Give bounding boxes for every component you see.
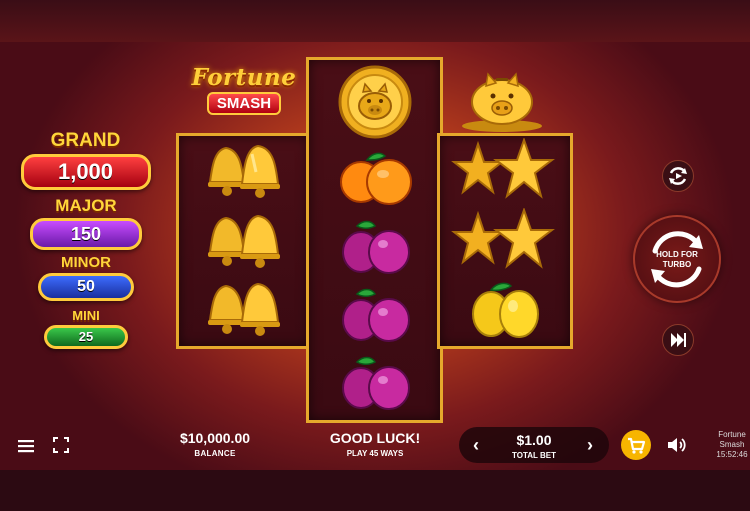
fullscreen-icon	[53, 437, 69, 453]
pig-coin-icon	[338, 65, 411, 139]
lemon-symbol	[440, 276, 570, 344]
reel-2	[306, 57, 443, 423]
logo-line1: Fortune	[191, 64, 297, 91]
lemon-icon	[472, 282, 539, 338]
piggy-bank-icon	[458, 64, 546, 139]
cart-icon	[628, 437, 646, 454]
plum-icon	[341, 220, 410, 274]
bet-label: TOTAL BET	[512, 451, 556, 460]
spin-button[interactable]: HOLD FOR TURBO	[633, 215, 721, 303]
balance-display: $10,000.00 BALANCE	[172, 430, 258, 458]
orange-symbol	[309, 144, 440, 212]
bell-icon	[208, 214, 280, 268]
star-icon	[451, 138, 555, 199]
jackpot-grand-value: 1,000	[20, 154, 151, 190]
clock: 15:52:46	[716, 450, 748, 459]
jackpot-minor-label: MINOR	[61, 254, 111, 271]
bell-symbol	[179, 276, 309, 344]
sound-button[interactable]	[665, 433, 689, 457]
autoplay-button[interactable]	[662, 160, 694, 192]
bottom-bar	[0, 470, 750, 511]
bell-icon	[208, 282, 280, 336]
plum-symbol	[309, 280, 440, 348]
jackpot-major: MAJOR 150	[28, 196, 144, 250]
bet-increase-button[interactable]: ›	[579, 434, 601, 456]
message-display: GOOD LUCK! PLAY 45 WAYS	[320, 430, 430, 458]
jackpot-grand: GRAND 1,000	[18, 130, 153, 190]
status-message: GOOD LUCK!	[329, 430, 421, 446]
logo-line2: SMASH	[206, 92, 282, 115]
hamburger-menu-icon	[18, 440, 34, 453]
bell-icon	[208, 144, 280, 198]
balance-value: $10,000.00	[179, 430, 251, 446]
fast-forward-icon	[671, 333, 686, 347]
game-name-line2: Smash	[719, 440, 745, 449]
plum-icon	[341, 356, 410, 410]
jackpot-grand-label: GRAND	[50, 130, 121, 151]
game-logo: Fortune SMASH	[188, 64, 300, 126]
bet-decrease-button[interactable]: ‹	[465, 434, 487, 456]
game-name-line1: Fortune	[718, 430, 746, 439]
pig-coin-symbol	[309, 64, 440, 140]
jackpot-minor: MINOR 50	[37, 254, 135, 301]
plum-symbol	[309, 348, 440, 416]
autoplay-icon	[669, 167, 687, 185]
bet-value: $1.00	[516, 432, 552, 448]
game-stage: Fortune SMASH GRAND 1,000 MAJOR 150 MINO…	[0, 0, 750, 511]
balance-label: BALANCE	[194, 449, 236, 458]
spin-label-line2: TURBO	[662, 260, 692, 269]
menu-button[interactable]	[16, 436, 36, 456]
reel-3	[437, 133, 573, 349]
jackpot-mini-value: 25	[44, 325, 128, 349]
plum-icon	[341, 288, 410, 342]
ways-label: PLAY 45 WAYS	[346, 449, 404, 458]
top-bar	[0, 0, 750, 42]
fullscreen-button[interactable]	[52, 436, 70, 454]
jackpot-minor-value: 50	[38, 273, 134, 301]
jackpot-major-label: MAJOR	[55, 196, 117, 215]
spin-label-line1: HOLD FOR	[656, 250, 698, 259]
star-symbol	[440, 208, 570, 276]
bell-symbol	[179, 208, 309, 276]
reel-1	[176, 133, 312, 349]
orange-icon	[339, 152, 412, 205]
speaker-icon	[668, 438, 686, 452]
plum-symbol	[309, 212, 440, 280]
turbo-button[interactable]	[662, 324, 694, 356]
bet-selector: ‹ $1.00 TOTAL BET ›	[459, 427, 609, 463]
star-icon	[451, 208, 555, 269]
jackpot-mini-label: MINI	[72, 308, 100, 323]
jackpot-mini: MINI 25	[43, 308, 129, 349]
buy-feature-button[interactable]	[621, 430, 651, 460]
spin-label: HOLD FOR TURBO	[635, 250, 719, 270]
jackpot-major-value: 150	[30, 218, 142, 250]
game-info: Fortune Smash 15:52:46	[712, 430, 750, 460]
bell-symbol	[179, 138, 309, 206]
star-symbol	[440, 138, 570, 206]
